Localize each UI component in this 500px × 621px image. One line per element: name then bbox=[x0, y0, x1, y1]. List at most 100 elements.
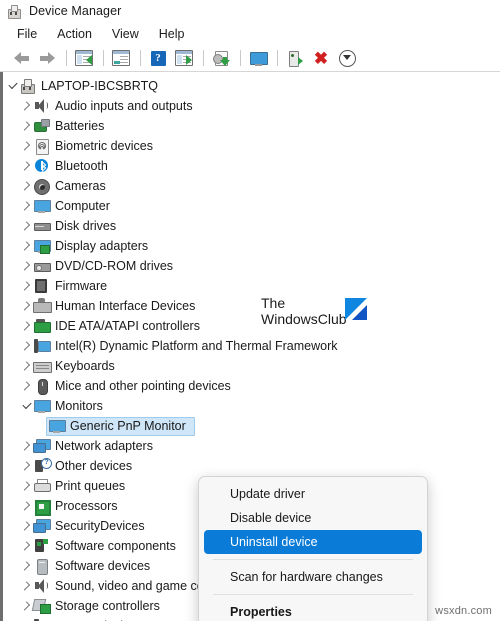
menu-help[interactable]: Help bbox=[150, 25, 194, 43]
speaker-icon bbox=[33, 578, 50, 594]
uninstall-device-icon[interactable]: ✖ bbox=[309, 47, 333, 69]
context-menu-item-uninstall-device[interactable]: Uninstall device bbox=[204, 530, 422, 554]
device-tree-panel[interactable]: LAPTOP-IBCSBRTQ Audio inputs and outputs B… bbox=[0, 72, 500, 621]
hid-icon bbox=[33, 298, 52, 314]
chevron-right-icon[interactable] bbox=[20, 502, 33, 510]
disable-device-icon[interactable] bbox=[335, 47, 359, 69]
tree-item-label: Audio inputs and outputs bbox=[55, 99, 193, 113]
display-adapter-icon bbox=[33, 238, 51, 254]
tree-item-label: IDE ATA/ATAPI controllers bbox=[55, 319, 200, 333]
enable-device-icon[interactable] bbox=[283, 47, 307, 69]
menu-file[interactable]: File bbox=[8, 25, 46, 43]
tree-item[interactable]: Generic PnP Monitor bbox=[3, 416, 500, 436]
chevron-right-icon[interactable] bbox=[20, 162, 33, 170]
context-menu-item-scan-for-hardware-changes[interactable]: Scan for hardware changes bbox=[204, 565, 422, 589]
tree-item-selection[interactable]: Generic PnP Monitor bbox=[46, 416, 195, 436]
update-driver-icon[interactable] bbox=[209, 47, 233, 69]
tree-item[interactable]: Mice and other pointing devices bbox=[3, 376, 500, 396]
software-device-icon bbox=[33, 558, 50, 575]
chevron-right-icon[interactable] bbox=[20, 322, 33, 330]
chevron-right-icon[interactable] bbox=[20, 542, 33, 550]
chevron-right-icon[interactable] bbox=[20, 122, 33, 130]
tree-item[interactable]: Intel(R) Dynamic Platform and Thermal Fr… bbox=[3, 336, 500, 356]
chevron-right-icon[interactable] bbox=[20, 202, 33, 210]
toolbar-separator bbox=[277, 50, 278, 66]
chevron-right-icon[interactable] bbox=[20, 222, 33, 230]
tree-item[interactable]: IDE ATA/ATAPI controllers bbox=[3, 316, 500, 336]
tree-item[interactable]: Disk drives bbox=[3, 216, 500, 236]
window-title: Device Manager bbox=[29, 4, 122, 18]
chevron-right-icon[interactable] bbox=[20, 382, 33, 390]
tree-item[interactable]: Bluetooth bbox=[3, 156, 500, 176]
context-menu-item-label: Disable device bbox=[230, 511, 312, 525]
tree-item[interactable]: DVD/CD-ROM drives bbox=[3, 256, 500, 276]
software-component-icon bbox=[33, 538, 50, 554]
chevron-down-icon[interactable] bbox=[6, 82, 19, 90]
context-menu[interactable]: Update driver Disable device Uninstall dev… bbox=[198, 476, 428, 621]
chevron-right-icon[interactable] bbox=[20, 362, 33, 370]
keyboard-icon bbox=[33, 358, 52, 374]
context-menu-item-disable-device[interactable]: Disable device bbox=[204, 506, 422, 530]
toolbar: ? ✖ bbox=[0, 45, 500, 72]
tree-item-label: Bluetooth bbox=[55, 159, 108, 173]
tree-item-label: Mice and other pointing devices bbox=[55, 379, 231, 393]
chevron-right-icon[interactable] bbox=[20, 442, 33, 450]
menu-view[interactable]: View bbox=[103, 25, 148, 43]
chevron-right-icon[interactable] bbox=[20, 102, 33, 110]
monitor-icon bbox=[48, 418, 66, 434]
device-manager-icon bbox=[6, 4, 21, 19]
properties-icon[interactable] bbox=[109, 47, 133, 69]
tree-item[interactable]: Audio inputs and outputs bbox=[3, 96, 500, 116]
chevron-right-icon[interactable] bbox=[20, 142, 33, 150]
monitor-icon bbox=[33, 398, 51, 414]
chevron-right-icon[interactable] bbox=[20, 482, 33, 490]
tree-item[interactable]: Biometric devices bbox=[3, 136, 500, 156]
firmware-chip-icon bbox=[33, 278, 50, 294]
tree-item[interactable]: Firmware bbox=[3, 276, 500, 296]
tree-item[interactable]: Cameras bbox=[3, 176, 500, 196]
tree-item-label: DVD/CD-ROM drives bbox=[55, 259, 174, 273]
tree-item[interactable]: Network adapters bbox=[3, 436, 500, 456]
tree-item-label: Disk drives bbox=[55, 219, 117, 233]
tree-item-label: Intel(R) Dynamic Platform and Thermal Fr… bbox=[55, 339, 338, 353]
tree-item[interactable]: Computer bbox=[3, 196, 500, 216]
chevron-right-icon[interactable] bbox=[20, 302, 33, 310]
chevron-right-icon[interactable] bbox=[20, 182, 33, 190]
tree-item[interactable]: Monitors bbox=[3, 396, 500, 416]
show-hide-action-pane-icon[interactable] bbox=[172, 47, 196, 69]
title-bar: Device Manager bbox=[0, 0, 500, 22]
chevron-right-icon[interactable] bbox=[20, 562, 33, 570]
chevron-right-icon[interactable] bbox=[20, 342, 33, 350]
help-icon[interactable]: ? bbox=[146, 47, 170, 69]
scan-for-hardware-changes-icon[interactable] bbox=[246, 47, 270, 69]
chevron-down-icon[interactable] bbox=[20, 402, 33, 410]
context-menu-item-properties[interactable]: Properties bbox=[204, 600, 422, 621]
tree-item[interactable]: ? Other devices bbox=[3, 456, 500, 476]
context-menu-item-label: Properties bbox=[230, 605, 292, 619]
chevron-right-icon[interactable] bbox=[20, 262, 33, 270]
chevron-right-icon[interactable] bbox=[20, 462, 33, 470]
chevron-right-icon[interactable] bbox=[20, 282, 33, 290]
chevron-right-icon[interactable] bbox=[20, 582, 33, 590]
tree-item-label: Print queues bbox=[55, 479, 126, 493]
chevron-right-icon[interactable] bbox=[20, 522, 33, 530]
context-menu-item-label: Scan for hardware changes bbox=[230, 570, 383, 584]
chevron-right-icon[interactable] bbox=[20, 242, 33, 250]
tree-item[interactable]: Human Interface Devices bbox=[3, 296, 500, 316]
back-icon[interactable] bbox=[9, 47, 33, 69]
unknown-device-icon: ? bbox=[33, 458, 52, 474]
tree-root-item[interactable]: LAPTOP-IBCSBRTQ bbox=[3, 76, 500, 96]
tree-item-label: LAPTOP-IBCSBRTQ bbox=[41, 79, 158, 93]
tree-item-label: Network adapters bbox=[55, 439, 153, 453]
tree-item[interactable]: Display adapters bbox=[3, 236, 500, 256]
forward-icon[interactable] bbox=[35, 47, 59, 69]
context-menu-item-update-driver[interactable]: Update driver bbox=[204, 482, 422, 506]
tree-item-label: Software components bbox=[55, 539, 176, 553]
storage-controller-icon bbox=[31, 598, 51, 614]
tree-item-label: Biometric devices bbox=[55, 139, 153, 153]
tree-item[interactable]: Keyboards bbox=[3, 356, 500, 376]
tree-item-label: Software devices bbox=[55, 559, 151, 573]
tree-item[interactable]: Batteries bbox=[3, 116, 500, 136]
menu-action[interactable]: Action bbox=[48, 25, 101, 43]
show-hide-console-tree-icon[interactable] bbox=[72, 47, 96, 69]
